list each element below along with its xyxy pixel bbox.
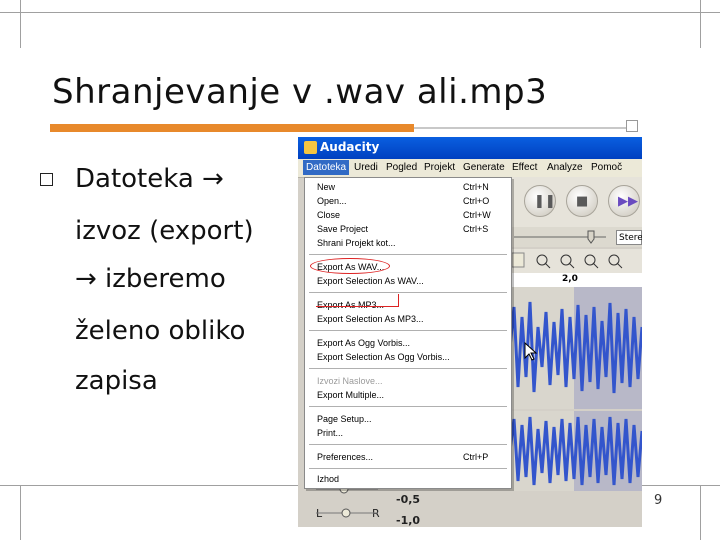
title-underline-accent bbox=[50, 124, 414, 132]
zoom-tools-icon bbox=[511, 252, 623, 269]
menu-uredi[interactable]: Uredi bbox=[354, 162, 378, 173]
shortcut-label: Ctrl+W bbox=[463, 210, 491, 220]
frame-line bbox=[700, 0, 701, 48]
bullet-square-icon bbox=[40, 173, 53, 186]
shortcut-label: Ctrl+P bbox=[463, 452, 489, 462]
waveform-icon bbox=[510, 411, 642, 491]
menu-analyze[interactable]: Analyze bbox=[547, 162, 583, 173]
body-line: izvoz (export) bbox=[75, 216, 254, 246]
body-line: želeno obliko bbox=[75, 316, 246, 346]
menu-item-page-setup[interactable]: Page Setup... bbox=[317, 414, 372, 424]
stop-button[interactable]: ■ bbox=[566, 185, 598, 217]
frame-line bbox=[20, 485, 21, 540]
menu-item-preferences[interactable]: Preferences... bbox=[317, 452, 373, 462]
mouse-cursor-icon bbox=[524, 342, 538, 361]
menu-projekt[interactable]: Projekt bbox=[424, 162, 455, 173]
tools-toolbar bbox=[510, 249, 642, 273]
transport-toolbar: ❚❚ ■ ▶▶ bbox=[510, 177, 642, 233]
annotation-circle-wav bbox=[310, 258, 390, 274]
menu-item-export-ogg[interactable]: Export As Ogg Vorbis... bbox=[317, 338, 410, 348]
audacity-app-icon bbox=[304, 141, 317, 154]
annotation-underline-mp3 bbox=[316, 294, 399, 307]
menu-item-export-multiple[interactable]: Export Multiple... bbox=[317, 390, 384, 400]
menu-item-export-labels[interactable]: Izvozi Naslove... bbox=[317, 376, 383, 386]
slider-track-icon bbox=[514, 230, 606, 244]
menu-separator bbox=[309, 330, 507, 331]
menu-item-print[interactable]: Print... bbox=[317, 428, 343, 438]
menu-datoteka[interactable]: Datoteka bbox=[303, 160, 350, 175]
timeline-ruler[interactable]: 2,0 bbox=[510, 273, 642, 288]
frame-line bbox=[20, 0, 21, 48]
menu-item-export-selection-ogg[interactable]: Export Selection As Ogg Vorbis... bbox=[317, 352, 450, 362]
window-title: Audacity bbox=[320, 140, 380, 154]
shortcut-label: Ctrl+S bbox=[463, 224, 489, 234]
window-titlebar[interactable]: Audacity bbox=[298, 137, 642, 159]
menu-separator bbox=[309, 468, 507, 469]
skip-end-button[interactable]: ▶▶ bbox=[608, 185, 640, 217]
pause-icon: ❚❚ bbox=[534, 194, 556, 209]
axis-label: -0,5 bbox=[396, 493, 421, 506]
menu-separator bbox=[309, 444, 507, 445]
menu-separator bbox=[309, 368, 507, 369]
menu-generate[interactable]: Generate bbox=[463, 162, 505, 173]
skip-end-icon: ▶▶ bbox=[618, 194, 638, 209]
menu-item-save-project[interactable]: Save Project bbox=[317, 224, 368, 234]
title-underline-end-box bbox=[626, 120, 638, 132]
title-underline bbox=[414, 127, 626, 129]
menu-separator bbox=[309, 254, 507, 255]
ruler-tick-label: 2,0 bbox=[562, 274, 578, 284]
slide-top-border bbox=[0, 0, 720, 13]
menu-item-new[interactable]: New bbox=[317, 182, 335, 192]
shortcut-label: Ctrl+N bbox=[463, 182, 489, 192]
slide-title: Shranjevanje v .wav ali.mp3 bbox=[52, 72, 548, 112]
audio-track-2[interactable] bbox=[510, 411, 642, 491]
shortcut-label: Ctrl+O bbox=[463, 196, 490, 206]
menu-item-exit[interactable]: Izhod bbox=[317, 474, 339, 484]
stop-icon: ■ bbox=[576, 194, 589, 209]
body-line: → izberemo bbox=[75, 264, 226, 294]
menu-bar: Datoteka Uredi Pogled Projekt Generate E… bbox=[298, 159, 642, 178]
menu-pomoc[interactable]: Pomoč bbox=[591, 162, 622, 173]
frame-line bbox=[700, 485, 701, 540]
menu-item-open[interactable]: Open... bbox=[317, 196, 347, 206]
axis-label: -1,0 bbox=[396, 514, 421, 527]
menu-item-export-selection-wav[interactable]: Export Selection As WAV... bbox=[317, 276, 424, 286]
menu-pogled[interactable]: Pogled bbox=[386, 162, 417, 173]
file-menu-dropdown: New Ctrl+N Open... Ctrl+O Close Ctrl+W S… bbox=[304, 177, 512, 489]
menu-item-export-selection-mp3[interactable]: Export Selection As MP3... bbox=[317, 314, 424, 324]
body-line: zapisa bbox=[75, 366, 158, 396]
audacity-window: Audacity Datoteka Uredi Pogled Projekt G… bbox=[298, 137, 642, 527]
menu-separator bbox=[309, 406, 507, 407]
page-number: 9 bbox=[654, 493, 663, 508]
pause-button[interactable]: ❚❚ bbox=[524, 185, 556, 217]
menu-item-save-project-as[interactable]: Shrani Projekt kot... bbox=[317, 238, 396, 248]
menu-separator bbox=[309, 292, 507, 293]
menu-effect[interactable]: Effect bbox=[512, 162, 537, 173]
stereo-selector[interactable]: Stere bbox=[616, 230, 642, 245]
body-line: Datoteka → bbox=[75, 164, 224, 194]
menu-item-close[interactable]: Close bbox=[317, 210, 340, 220]
